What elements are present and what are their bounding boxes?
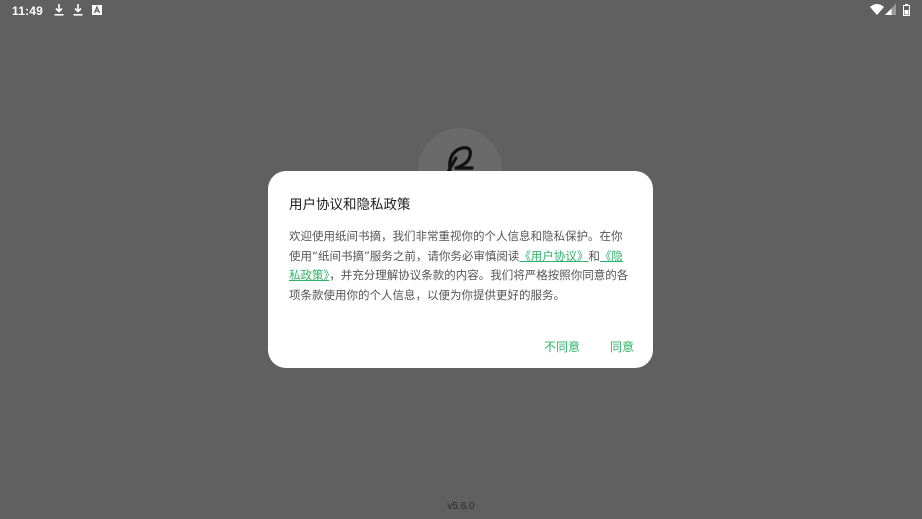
user-agreement-link[interactable]: 《用户协议》: [519, 249, 588, 263]
disagree-button[interactable]: 不同意: [544, 338, 580, 355]
notification-a-icon: [92, 4, 104, 17]
wifi-icon: [870, 4, 884, 17]
agree-button[interactable]: 同意: [610, 338, 634, 355]
screen: 11:49 用户协议和隐私政策 欢迎使用纸间书摘，我们非常重视你的个人信息和隐私…: [0, 0, 922, 519]
download-icon: [73, 4, 85, 17]
privacy-dialog: 用户协议和隐私政策 欢迎使用纸间书摘，我们非常重视你的个人信息和隐私保护。在你使…: [268, 171, 653, 368]
dialog-body: 欢迎使用纸间书摘，我们非常重视你的个人信息和隐私保护。在你使用“纸间书摘”服务之…: [289, 227, 632, 305]
app-version: v5.6.0: [447, 501, 475, 512]
cellular-signal-icon: [885, 4, 897, 17]
dialog-title: 用户协议和隐私政策: [289, 197, 411, 213]
battery-icon: [903, 4, 915, 17]
status-bar: 11:49: [0, 0, 922, 22]
dialog-body-text-2: ，并充分理解协议条款的内容。我们将严格按照你同意的各项条款使用你的个人信息，以便…: [289, 268, 629, 302]
dialog-body-and: 和: [588, 248, 600, 263]
status-time: 11:49: [12, 4, 44, 18]
download-icon: [54, 4, 66, 17]
